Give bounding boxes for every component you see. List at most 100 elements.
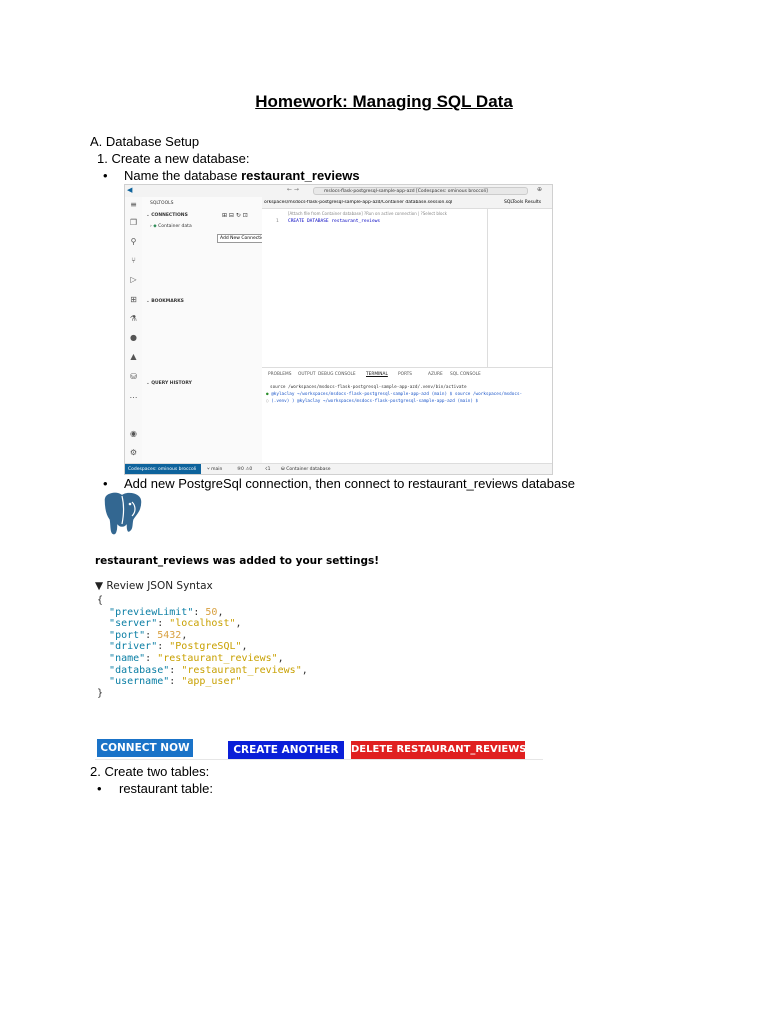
- github-icon[interactable]: ●: [129, 333, 138, 342]
- json-key: "previewLimit": [109, 606, 194, 618]
- prompt-circle-icon: ○: [266, 399, 269, 404]
- menu-icon[interactable]: ≡: [129, 200, 138, 209]
- sqltools-icon[interactable]: ⛁: [129, 372, 138, 381]
- container-db-label: Container data: [158, 224, 192, 229]
- terminal-line-3[interactable]: ○ (.venv) ) @kylaclay →/workspaces/msdoc…: [266, 399, 478, 404]
- terminal-line-3-text: (.venv) ) @kylaclay →/workspaces/msdocs-…: [271, 399, 479, 404]
- editor-split-divider: [487, 208, 488, 367]
- json-key: "driver": [109, 641, 158, 653]
- testing-icon[interactable]: ⚗: [129, 314, 138, 323]
- settings-added-message: restaurant_reviews was added to your set…: [95, 555, 380, 567]
- json-preview: { "previewLimit": 50, "server": "localho…: [97, 595, 308, 699]
- branch-status[interactable]: ⑂ main: [207, 464, 223, 474]
- container-db-item[interactable]: › ◆ Container data: [150, 224, 192, 229]
- ports-status[interactable]: ☇1: [265, 464, 270, 474]
- panel-tab-sql-console[interactable]: SQL CONSOLE: [450, 372, 481, 377]
- terminal-panel: PROBLEMS OUTPUT DEBUG CONSOLE TERMINAL PORTS…: [262, 367, 552, 464]
- activity-bar: ≡ ❐ ⚲ ⑂ ▷ ⊞ ⚗ ● ▲ ⛁ … ◉ ⚙: [125, 197, 143, 463]
- bullet-dot: •: [97, 781, 102, 796]
- json-value-username: "app_user": [181, 676, 242, 688]
- query-history-section[interactable]: ⌄ QUERY HISTORY: [146, 381, 192, 386]
- branch-icon: ⑂: [207, 467, 210, 472]
- azure-icon[interactable]: ▲: [129, 352, 138, 361]
- sidebar-title: SQLTOOLS: [150, 201, 174, 206]
- bullet-restaurant-table: restaurant table:: [119, 781, 213, 796]
- json-close-brace: }: [97, 687, 104, 699]
- terminal-line-2: ● @kylaclay →/workspaces/msdocs-flask-po…: [266, 392, 522, 397]
- json-open-brace: {: [97, 595, 104, 606]
- nav-arrows-icon: ← →: [287, 186, 299, 193]
- panel-tab-output[interactable]: OUTPUT: [298, 372, 316, 377]
- prompt-dot-icon: ●: [266, 392, 269, 397]
- source-control-icon[interactable]: ⑂: [129, 256, 138, 265]
- query-history-label: QUERY HISTORY: [151, 381, 192, 386]
- step-1-label: 1. Create a new database:: [97, 151, 250, 166]
- line-number: 1: [276, 219, 279, 224]
- editor-tab-sql[interactable]: orkspaces/msdocs-flask-postgresql-sample…: [264, 200, 454, 205]
- editor-area: orkspaces/msdocs-flask-postgresql-sample…: [262, 197, 552, 367]
- files-icon[interactable]: ❐: [129, 218, 138, 227]
- db-status[interactable]: ⛁ Container database: [281, 464, 331, 474]
- json-key: "name": [109, 652, 146, 664]
- json-value-database: "restaurant_reviews": [181, 664, 302, 676]
- bullet-name-database: Name the database restaurant_reviews: [124, 168, 360, 183]
- panel-tab-terminal[interactable]: TERMINAL: [366, 372, 388, 377]
- database-name: restaurant_reviews: [241, 168, 360, 183]
- divider: [95, 759, 543, 760]
- status-bar: Codespaces: ominous broccoli ⑂ main ⑨0 ⚠…: [125, 463, 552, 474]
- extensions-icon[interactable]: ⊞: [129, 295, 138, 304]
- sql-code-line[interactable]: CREATE DATABASE restaurant_reviews: [288, 219, 380, 224]
- settings-gear-icon[interactable]: ⚙: [129, 448, 138, 457]
- terminal-line-2-text: @kylaclay →/workspaces/msdocs-flask-post…: [271, 392, 523, 397]
- review-json-toggle[interactable]: ▼ Review JSON Syntax: [95, 580, 213, 592]
- search-icon[interactable]: ⚲: [129, 237, 138, 246]
- db-icon: ◆: [153, 224, 157, 229]
- connect-now-button[interactable]: CONNECT NOW: [97, 739, 193, 757]
- json-value-name: "restaurant_reviews": [157, 652, 278, 664]
- connections-label: CONNECTIONS: [151, 213, 188, 218]
- json-key: "server": [109, 618, 158, 630]
- bullet-dot: •: [103, 476, 108, 491]
- json-value-driver: "PostgreSQL": [169, 641, 242, 653]
- vscode-logo-icon: ◀: [127, 186, 133, 194]
- vscode-screenshot: ◀ ← → mslocs-flask-postgresql-sample-app…: [124, 184, 553, 475]
- panel-tab-azure[interactable]: AZURE: [428, 372, 443, 377]
- page-title: Homework: Managing SQL Data: [255, 92, 513, 111]
- editor-tabs: orkspaces/msdocs-flask-postgresql-sample…: [262, 197, 552, 209]
- panel-tab-ports[interactable]: PORTS: [398, 372, 412, 377]
- json-key: "database": [109, 664, 170, 676]
- editor-tab-results[interactable]: SQLTools Results: [504, 200, 541, 205]
- json-key: "port": [109, 629, 146, 641]
- copilot-icon[interactable]: ⊕: [537, 186, 542, 193]
- problems-status[interactable]: ⑨0 ⚠0: [237, 464, 252, 474]
- sqltools-sidebar: SQLTOOLS ⌄ CONNECTIONS ⊞ ⊟ ↻ ⊡ › ◆ Conta…: [142, 197, 270, 463]
- remote-indicator[interactable]: Codespaces: ominous broccoli: [125, 464, 201, 474]
- panel-tab-problems[interactable]: PROBLEMS: [268, 372, 291, 377]
- json-value-previewLimit: 50: [205, 606, 218, 618]
- command-center-search[interactable]: mslocs-flask-postgresql-sample-app-azd […: [313, 187, 528, 195]
- bookmarks-label: BOOKMARKS: [151, 299, 184, 304]
- account-icon[interactable]: ◉: [129, 429, 138, 438]
- run-debug-icon[interactable]: ▷: [129, 275, 138, 284]
- bullet-add-connection: Add new PostgreSql connection, then conn…: [124, 476, 575, 491]
- connection-actions-icon[interactable]: ⊞ ⊟ ↻ ⊡: [222, 212, 248, 219]
- db-status-label: Container database: [286, 467, 331, 472]
- panel-tab-debug-console[interactable]: DEBUG CONSOLE: [318, 372, 356, 377]
- terminal-line-1: source /workspaces/msdocs-flask-postgres…: [270, 385, 467, 390]
- bullet-text: Name the database: [124, 168, 242, 183]
- bookmarks-section[interactable]: ⌄ BOOKMARKS: [146, 299, 184, 304]
- json-key: "username": [109, 676, 170, 688]
- codelens-hint[interactable]: [Attach file from Container database] ?R…: [288, 211, 447, 216]
- json-value-server: "localhost": [169, 618, 236, 630]
- section-a-heading: A. Database Setup: [90, 134, 200, 149]
- bullet-dot: •: [103, 168, 108, 183]
- json-value-port: 5432: [157, 629, 182, 641]
- postgresql-logo-icon: [96, 490, 148, 540]
- db-status-icon: ⛁: [281, 467, 285, 472]
- connections-section[interactable]: ⌄ CONNECTIONS: [146, 213, 188, 218]
- delete-connection-button[interactable]: DELETE RESTAURANT_REVIEWS: [351, 741, 526, 759]
- step-2-label: 2. Create two tables:: [90, 764, 210, 779]
- branch-name: main: [211, 467, 223, 472]
- create-another-button[interactable]: CREATE ANOTHER: [228, 741, 344, 759]
- more-icon[interactable]: …: [129, 391, 138, 400]
